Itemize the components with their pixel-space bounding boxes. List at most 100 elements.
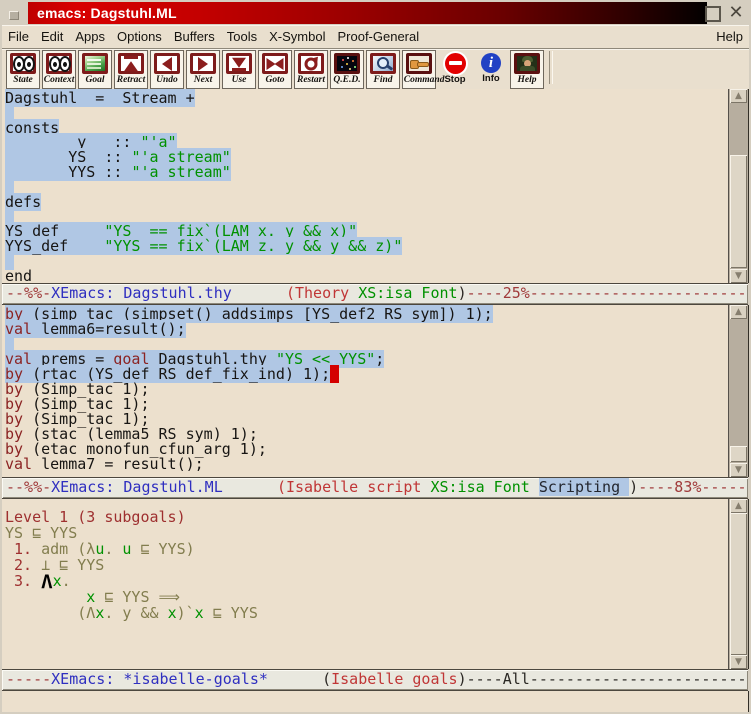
toolbar-button-stop[interactable]: Stop bbox=[438, 50, 472, 89]
toolbar-separator bbox=[549, 51, 553, 84]
text-segment: (Theory bbox=[286, 284, 349, 302]
text-segment: XS:isa Font bbox=[358, 284, 457, 302]
close-button[interactable]: ✕ bbox=[727, 3, 745, 23]
buffer-text-dagstuhl-ml[interactable]: by (simp_tac (simpset() addsimps [YS_def… bbox=[2, 305, 728, 477]
toolbar-button-label: Info bbox=[476, 74, 506, 84]
text-segment: ) bbox=[629, 478, 638, 496]
toolbar-button-label: Undo bbox=[152, 75, 182, 85]
toolbar-button-help[interactable]: Help bbox=[510, 50, 544, 89]
toolbar-button-goto[interactable]: Goto bbox=[258, 50, 292, 89]
text-segment bbox=[268, 670, 322, 688]
text-segment: "YYS == fix`(LAM z. y && y && z)" bbox=[104, 237, 402, 255]
scrollbar-thumb[interactable] bbox=[730, 155, 747, 268]
toolbar-button-restart[interactable]: Restart bbox=[294, 50, 328, 89]
toolbar-button-label: Goal bbox=[80, 75, 110, 85]
text-segment: end bbox=[5, 267, 32, 283]
toolbar-button-command[interactable]: Command bbox=[402, 50, 436, 89]
text-segment: ) bbox=[458, 284, 467, 302]
xemacs-frame: emacs: Dagstuhl.ML ✕ FileEditAppsOptions… bbox=[0, 0, 751, 714]
text-segment: "'a stream" bbox=[131, 163, 230, 181]
menu-x-symbol[interactable]: X-Symbol bbox=[263, 25, 331, 44]
toolbar-button-next[interactable]: Next bbox=[186, 50, 220, 89]
buffer-line: Dagstuhl = Stream + bbox=[5, 91, 728, 106]
text-segment: . bbox=[104, 540, 122, 558]
no-entry-icon bbox=[445, 52, 466, 69]
menu-buffers[interactable]: Buffers bbox=[168, 25, 221, 44]
menu-tools[interactable]: Tools bbox=[221, 25, 263, 44]
scrollbar-isabelle-goals[interactable]: ▲ ▼ bbox=[728, 499, 748, 669]
scroll-down-icon[interactable]: ▼ bbox=[730, 655, 747, 669]
maximize-button[interactable] bbox=[705, 6, 721, 22]
modeline-isabelle-goals[interactable]: -----XEmacs: *isabelle-goals* (Isabelle … bbox=[2, 669, 748, 691]
buffer-line: x ⊑ YYS ⟹ bbox=[5, 589, 728, 605]
scroll-down-icon[interactable]: ▼ bbox=[730, 463, 747, 477]
buffer-text-isabelle-goals[interactable]: Level 1 (3 subgoals)YS ⊑ YYS 1. adm (λu.… bbox=[2, 499, 728, 669]
scrollbar-dagstuhl-ml[interactable]: ▲ ▼ bbox=[728, 305, 748, 477]
text-segment bbox=[223, 478, 277, 496]
bowtie-icon bbox=[262, 52, 288, 69]
modeline-dagstuhl-ml[interactable]: --%%-XEmacs: Dagstuhl.ML (Isabelle scrip… bbox=[2, 477, 748, 499]
text-segment: ; bbox=[375, 350, 384, 368]
titlebar-gradient: emacs: Dagstuhl.ML bbox=[28, 2, 707, 24]
toolbar-button-label: Context bbox=[44, 75, 74, 85]
toolbar-button-label: Restart bbox=[296, 75, 326, 85]
scroll-up-icon[interactable]: ▲ bbox=[730, 499, 747, 513]
text-segment: x bbox=[195, 604, 204, 622]
toolbar-button-retract[interactable]: Retract bbox=[114, 50, 148, 89]
toolbar-button-qed[interactable]: Q.E.D. bbox=[330, 50, 364, 89]
scrollbar-dagstuhl-thy[interactable]: ▲ ▼ bbox=[728, 89, 748, 283]
arrow-right-icon bbox=[190, 52, 216, 69]
text-segment: --%%- bbox=[6, 478, 51, 496]
text-segment: XEmacs: Dagstuhl.ML bbox=[51, 478, 223, 496]
restart-circle-icon bbox=[298, 52, 324, 69]
text-segment bbox=[232, 284, 286, 302]
modeline-dagstuhl-thy[interactable]: --%%-XEmacs: Dagstuhl.thy (Theory XS:isa… bbox=[2, 283, 748, 305]
buffer-line: 3. Λx. bbox=[5, 573, 728, 589]
toolbar-button-context[interactable]: Context bbox=[42, 50, 76, 89]
portrait-icon bbox=[514, 52, 540, 69]
scrollbar-thumb[interactable] bbox=[730, 513, 747, 655]
scroll-up-icon[interactable]: ▲ bbox=[730, 305, 747, 319]
menubar: FileEditAppsOptionsBuffersToolsX-SymbolP… bbox=[2, 25, 749, 49]
menu-help[interactable]: Help bbox=[716, 29, 743, 44]
toolbar-button-label: Retract bbox=[116, 75, 146, 85]
text-segment: ) bbox=[458, 670, 467, 688]
menu-file[interactable]: File bbox=[2, 25, 35, 44]
magnifier-icon bbox=[370, 52, 396, 69]
toolbar-button-info[interactable]: iInfo bbox=[474, 50, 508, 89]
toolbar-button-undo[interactable]: Undo bbox=[150, 50, 184, 89]
buffer-line: val lemma6=result(); bbox=[5, 322, 728, 337]
window-menu-button[interactable] bbox=[9, 11, 19, 20]
buffer-line: Level 1 (3 subgoals) bbox=[5, 509, 728, 525]
buffer-line: YYS :: "'a stream" bbox=[5, 165, 728, 180]
fireworks-icon bbox=[334, 52, 360, 69]
scroll-up-icon[interactable]: ▲ bbox=[730, 89, 747, 103]
buffer-text-dagstuhl-thy[interactable]: Dagstuhl = Stream + consts y :: "'a" YS … bbox=[2, 89, 728, 283]
buffer-window-dagstuhl-thy[interactable]: Dagstuhl = Stream + consts y :: "'a" YS … bbox=[2, 89, 749, 283]
buffer-window-dagstuhl-ml[interactable]: by (simp_tac (simpset() addsimps [YS_def… bbox=[2, 305, 749, 477]
text-segment: YYS :: bbox=[5, 163, 131, 181]
text-segment: x bbox=[95, 604, 104, 622]
toolbar-button-goal[interactable]: Goal bbox=[78, 50, 112, 89]
toolbar-button-state[interactable]: State bbox=[6, 50, 40, 89]
menu-apps[interactable]: Apps bbox=[69, 25, 111, 44]
menu-proof-general[interactable]: Proof-General bbox=[331, 25, 425, 44]
toolbar-button-label: Next bbox=[188, 75, 218, 85]
toolbar-button-find[interactable]: Find bbox=[366, 50, 400, 89]
text-segment: ----- bbox=[6, 670, 51, 688]
scrollbar-thumb[interactable] bbox=[730, 446, 747, 462]
scroll-down-icon[interactable]: ▼ bbox=[730, 269, 747, 283]
text-segment: lemma6=result(); bbox=[32, 320, 186, 338]
text-segment: Scripting bbox=[539, 478, 629, 496]
minibuffer[interactable] bbox=[2, 691, 749, 712]
menu-options[interactable]: Options bbox=[111, 25, 168, 44]
buffer-line: YS ⊑ YYS bbox=[5, 525, 728, 541]
text-segment: --%%- bbox=[6, 284, 51, 302]
menu-edit[interactable]: Edit bbox=[35, 25, 69, 44]
goal-image-icon bbox=[82, 52, 108, 69]
text-segment: (Isabelle script bbox=[277, 478, 422, 496]
toolbar-button-use[interactable]: Use bbox=[222, 50, 256, 89]
text-segment: ----All------------------------------ bbox=[467, 670, 748, 688]
toolbar: State Context Goal Retract Undo Next UseGoto Re… bbox=[2, 49, 749, 90]
buffer-window-isabelle-goals[interactable]: Level 1 (3 subgoals)YS ⊑ YYS 1. adm (λu.… bbox=[2, 499, 749, 669]
